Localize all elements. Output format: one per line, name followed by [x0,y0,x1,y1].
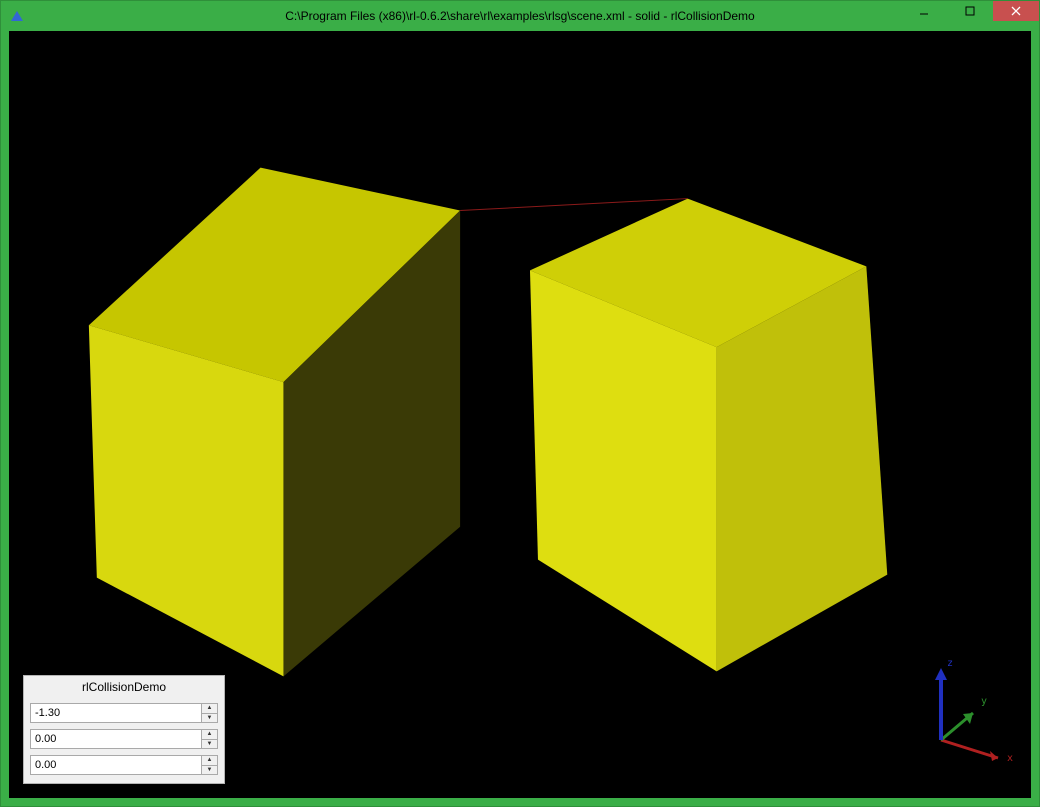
close-button[interactable] [993,1,1039,21]
spin-up-1[interactable]: ▲ [202,730,217,739]
spin-down-2[interactable]: ▼ [202,765,217,775]
field-row-0: ▲ ▼ [24,700,224,726]
spin-down-0[interactable]: ▼ [202,713,217,723]
spin-up-0[interactable]: ▲ [202,704,217,713]
axis-x-label: x [1007,753,1013,764]
spin-input-2: ▲ ▼ [30,755,218,775]
maximize-button[interactable] [947,1,993,21]
field-row-2: ▲ ▼ [24,752,224,783]
spin-up-2[interactable]: ▲ [202,756,217,765]
axis-z-label: z [947,658,953,669]
axis-gizmo: x y z [903,658,1013,768]
viewport[interactable]: x y z rlCollisionDemo ▲ ▼ [9,31,1031,798]
spin-input-1: ▲ ▼ [30,729,218,749]
window-controls [901,1,1039,21]
titlebar[interactable]: C:\Program Files (x86)\rl-0.6.2\share\rl… [1,1,1039,31]
field-row-1: ▲ ▼ [24,726,224,752]
spin-down-1[interactable]: ▼ [202,739,217,749]
control-panel[interactable]: rlCollisionDemo ▲ ▼ ▲ ▼ [23,675,225,784]
value-input-2[interactable] [31,756,201,774]
panel-title: rlCollisionDemo [24,676,224,700]
minimize-button[interactable] [901,1,947,21]
spin-input-0: ▲ ▼ [30,703,218,723]
value-input-1[interactable] [31,730,201,748]
app-window: C:\Program Files (x86)\rl-0.6.2\share\rl… [0,0,1040,807]
window-title: C:\Program Files (x86)\rl-0.6.2\share\rl… [285,9,754,23]
app-icon [9,7,25,23]
value-input-0[interactable] [31,704,201,722]
axis-y-label: y [981,696,987,707]
